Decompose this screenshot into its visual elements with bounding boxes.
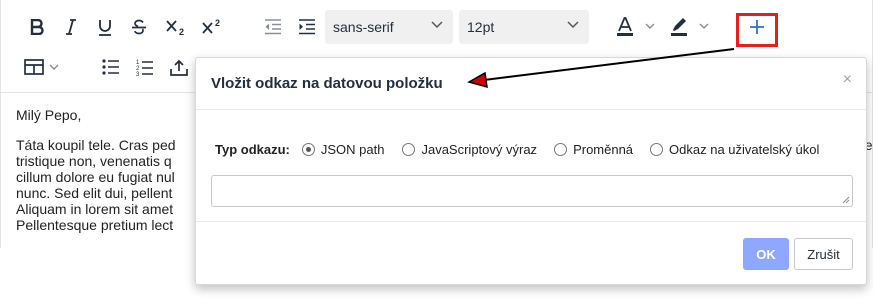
svg-text:2: 2 [215,18,220,28]
dialog-header: Vložit odkaz na datovou položku × [196,58,866,110]
outdent-icon[interactable] [259,10,287,44]
radio-label: JSON path [320,141,385,157]
radio-unselected-icon[interactable] [402,142,416,156]
radio-label: JavaScriptový výraz [421,141,538,157]
bold-icon[interactable] [23,10,51,44]
cancel-button[interactable]: Zrušit [794,238,853,270]
radio-label: Odkaz na uživatelský úkol [669,141,820,157]
radio-json-path[interactable]: JSON path [301,141,385,157]
link-type-group: Typ odkazu: JSON path JavaScriptový výra… [215,141,819,157]
numbered-list-icon[interactable]: 123 [131,50,159,84]
close-icon[interactable]: × [843,72,852,88]
svg-text:3: 3 [136,72,140,76]
radio-variable[interactable]: Proměnná [554,142,633,157]
underline-icon[interactable] [91,10,119,44]
insert-data-link-dialog: Vložit odkaz na datovou položku × Typ od… [195,57,867,285]
text-color-icon[interactable] [615,10,663,44]
dialog-title: Vložit odkaz na datovou položku [211,75,443,92]
radio-unselected-icon[interactable] [554,142,568,156]
highlight-color-icon[interactable] [669,10,717,44]
link-value-textarea[interactable] [211,175,853,207]
font-family-value: sans-serif [333,19,394,35]
table-icon[interactable] [23,50,65,84]
font-size-value: 12pt [467,19,495,35]
bullet-list-icon[interactable] [97,50,125,84]
chevron-down-icon [567,21,579,29]
svg-text:2: 2 [179,27,184,36]
radio-javascript-expression[interactable]: JavaScriptový výraz [402,142,537,157]
italic-icon[interactable] [57,10,85,44]
indent-icon[interactable] [293,10,321,44]
strikethrough-icon[interactable] [125,10,153,44]
radio-unselected-icon[interactable] [650,142,664,156]
link-type-label: Typ odkazu: [215,141,290,157]
radio-selected-icon[interactable] [301,142,315,156]
radio-label: Proměnná [573,141,634,157]
upload-icon[interactable] [165,50,193,84]
subscript-icon[interactable]: 2 [161,10,191,44]
font-family-select[interactable]: sans-serif [325,10,453,44]
resize-handle-icon[interactable] [842,196,850,204]
font-size-select[interactable]: 12pt [459,10,589,44]
annotation-highlight-box [736,13,778,47]
dialog-footer-divider [196,221,866,222]
chevron-down-icon [431,21,443,29]
ok-button[interactable]: OK [743,238,789,270]
superscript-icon[interactable]: 2 [197,10,227,44]
radio-user-task-link[interactable]: Odkaz na uživatelský úkol [650,142,819,157]
